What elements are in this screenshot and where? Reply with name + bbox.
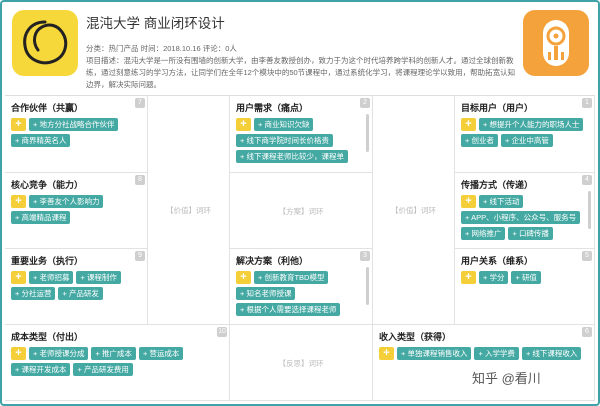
cell-user-relations: 用户关系（维系） 5 + 学分 研值 [455, 249, 595, 325]
cell-number-badge: 4 [582, 175, 592, 185]
cell-number-badge: 3 [360, 251, 370, 261]
cell-title: 合作伙伴（共赢） [11, 103, 84, 113]
add-item-button[interactable]: + [11, 271, 26, 284]
cell-key-business: 重要业务（执行） 9 + 老师招募 课程制作 分社运营 产品研发 [5, 249, 148, 325]
tag-chip[interactable]: 商业知识欠缺 [254, 118, 314, 131]
cell-placeholder-value: 【价值】词环 [148, 96, 230, 325]
tag-chip[interactable]: 线下课程收入 [521, 347, 582, 360]
scrollbar[interactable] [366, 267, 369, 305]
cell-target-users: 目标用户（用户） 1 + 想提升个人能力的职场人士 创业者 企业中高管 [455, 96, 595, 173]
cell-title: 解决方案（利他） [236, 256, 309, 266]
cell-number-badge: 8 [135, 175, 145, 185]
tag-chip[interactable]: 网络推广 [461, 227, 506, 240]
tag-chip[interactable]: 入学学费 [474, 347, 519, 360]
tag-chip[interactable]: 线下课程老师比较少，课程单 [236, 150, 348, 163]
cell-solution: 解决方案（利他） 3 + 创新教育TBD模型 知名老师授课 根据个人需要选择课程… [230, 249, 373, 325]
cell-title: 成本类型（付出） [11, 332, 84, 342]
cell-number-badge: 2 [360, 98, 370, 108]
tag-chip[interactable]: 推广成本 [91, 347, 136, 360]
cell-number-badge: 6 [582, 327, 592, 337]
tag-chip[interactable]: 商界精英名人 [11, 134, 71, 147]
hundun-logo [12, 10, 78, 76]
tag-chip[interactable]: 研值 [511, 271, 541, 284]
cell-placeholder-value: 【价值】词环 [373, 96, 455, 325]
add-item-button[interactable]: + [11, 347, 26, 360]
tag-chip[interactable]: 知名老师授课 [236, 287, 296, 300]
cell-title: 核心竞争（能力） [11, 180, 84, 190]
tag-chip[interactable]: 地方分社战略合作伙伴 [29, 118, 119, 131]
cell-number-badge: 9 [135, 251, 145, 261]
page-title: 混沌大学 商业闭环设计 [86, 16, 225, 31]
add-item-button[interactable]: + [461, 195, 476, 208]
tag-chip[interactable]: 企业中高管 [500, 134, 553, 147]
app-logo [523, 10, 589, 76]
tag-chip[interactable]: 课程制作 [76, 271, 121, 284]
tag-chip[interactable]: 单独课程销售收入 [397, 347, 472, 360]
tag-chip[interactable]: 口碑传播 [508, 227, 553, 240]
cell-title: 用户关系（维系） [461, 256, 534, 266]
add-item-button[interactable]: + [11, 195, 26, 208]
tag-chip[interactable]: 想提升个人能力的职场人士 [479, 118, 584, 131]
cell-channels: 传播方式（传递） 4 + 线下活动 APP、小程序、公众号、服务号 网络推广 口… [455, 173, 595, 249]
cell-title: 重要业务（执行） [11, 256, 84, 266]
cell-placeholder-review: 【反思】词环 [230, 325, 373, 401]
tag-chip[interactable]: APP、小程序、公众号、服务号 [461, 211, 581, 224]
cell-revenue-types: 收入类型（获得） 6 + 单独课程销售收入 入学学费 线下课程收入 [373, 325, 595, 401]
cell-title: 目标用户（用户） [461, 103, 534, 113]
tag-chip[interactable]: 老师招募 [29, 271, 74, 284]
cell-title: 用户需求（痛点） [236, 103, 309, 113]
cell-partners: 合作伙伴（共赢） 7 + 地方分社战略合作伙伴 商界精英名人 [5, 96, 148, 173]
add-item-button[interactable]: + [236, 271, 251, 284]
tag-chip[interactable]: 产品研发费用 [73, 363, 133, 376]
business-canvas-grid: 合作伙伴（共赢） 7 + 地方分社战略合作伙伴 商界精英名人 核心竞争（能力） … [5, 95, 595, 401]
zhihu-watermark: 知乎 @看川 [472, 371, 541, 386]
tag-chip[interactable]: 产品研发 [58, 287, 103, 300]
add-item-button[interactable]: + [461, 271, 476, 284]
scrollbar[interactable] [366, 114, 369, 152]
scrollbar[interactable] [588, 191, 591, 229]
add-item-button[interactable]: + [379, 347, 394, 360]
cell-user-needs: 用户需求（痛点） 2 + 商业知识欠缺 线下商学院时间长价格贵 线下课程老师比较… [230, 96, 373, 173]
placeholder-label: 【方案】词环 [278, 206, 324, 216]
cell-number-badge: 1 [582, 98, 592, 108]
tag-chip[interactable]: 创新教育TBD模型 [254, 271, 329, 284]
tag-chip[interactable]: 营运成本 [138, 347, 184, 360]
cell-core-competence: 核心竞争（能力） 8 + 李善友个人影响力 高端精品课程 [5, 173, 148, 249]
tag-chip[interactable]: 老师授课分成 [29, 347, 89, 360]
placeholder-label: 【价值】词环 [166, 206, 211, 215]
meta-info: 分类：热门产品 时间：2018.10.16 评论：0人 [86, 44, 237, 53]
add-item-button[interactable]: + [461, 118, 476, 131]
cell-cost-types: 成本类型（付出） 10 + 老师授课分成 推广成本 营运成本 课程开发成本 产品… [5, 325, 230, 401]
tag-chip[interactable]: 学分 [479, 271, 509, 284]
tag-chip[interactable]: 创业者 [461, 134, 498, 147]
tag-chip[interactable]: 线下商学院时间长价格贵 [236, 134, 333, 147]
tag-chip[interactable]: 分社运营 [11, 287, 56, 300]
project-description: 项目描述：混沌大学是一所没有围墙的创新大学，由李善友教授创办，致力于为这个时代培… [86, 56, 516, 89]
tag-chip[interactable]: 课程开发成本 [11, 363, 71, 376]
placeholder-label: 【反思】词环 [278, 358, 324, 368]
cell-title: 传播方式（传递） [461, 180, 534, 190]
tag-chip[interactable]: 线下活动 [479, 195, 524, 208]
add-item-button[interactable]: + [11, 118, 26, 131]
tag-chip[interactable]: 李善友个人影响力 [29, 195, 104, 208]
cell-placeholder-solution: 【方案】词环 [230, 173, 373, 249]
cell-number-badge: 7 [135, 98, 145, 108]
tag-chip[interactable]: 高端精品课程 [11, 211, 71, 224]
placeholder-label: 【价值】词环 [391, 206, 436, 215]
cell-title: 收入类型（获得） [379, 332, 452, 342]
add-item-button[interactable]: + [236, 118, 251, 131]
cell-number-badge: 5 [582, 251, 592, 261]
cell-number-badge: 10 [217, 327, 227, 337]
tag-chip[interactable]: 根据个人需要选择课程老师 [236, 303, 341, 316]
